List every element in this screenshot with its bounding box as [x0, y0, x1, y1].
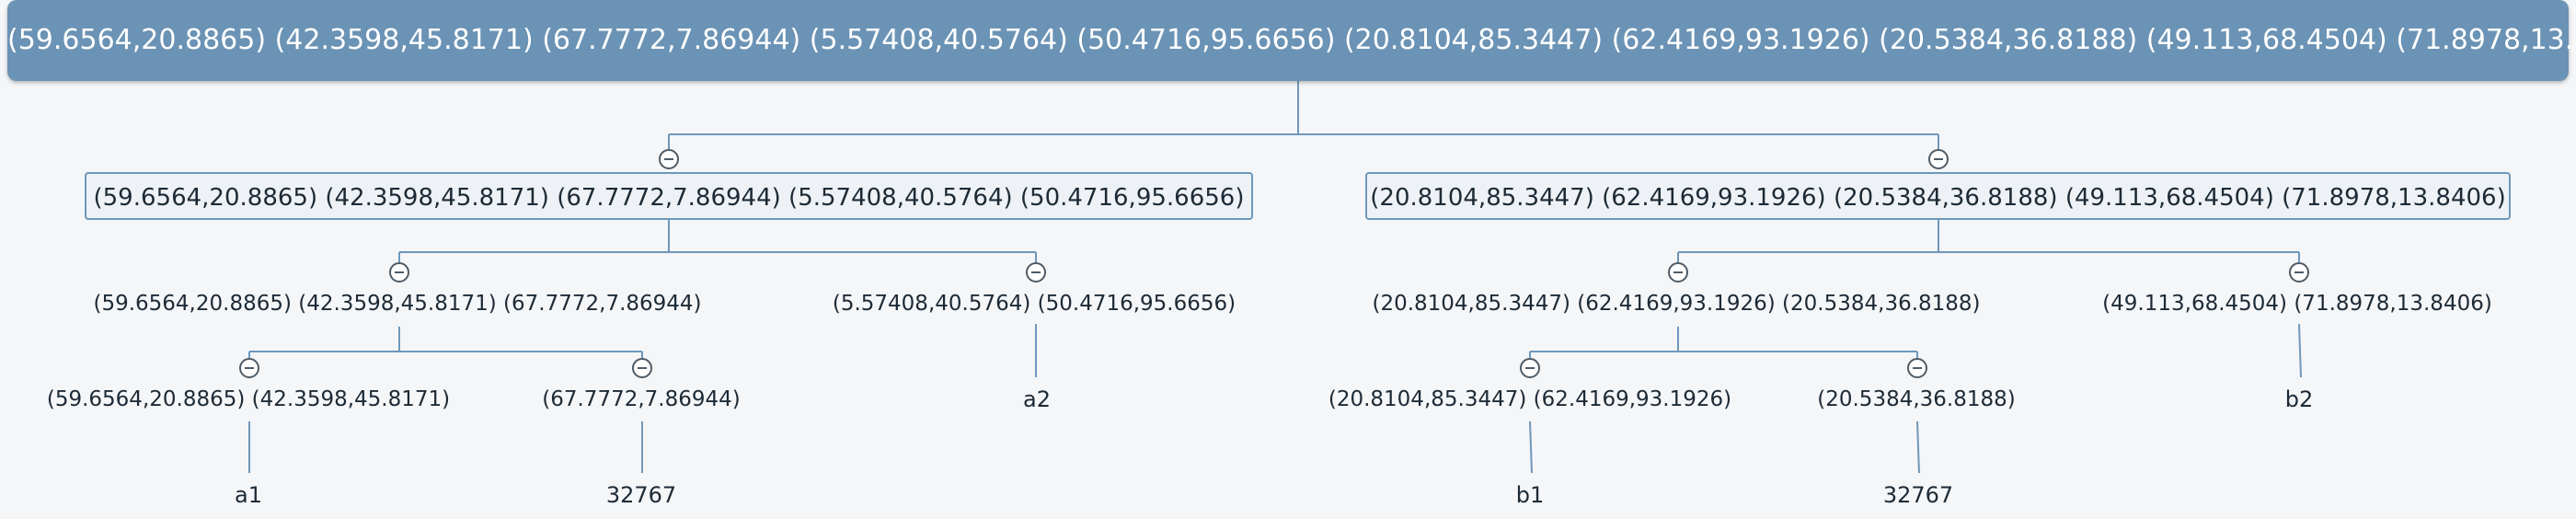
node-a-left-left[interactable]: (59.6564,20.8865) (42.3598,45.8171)	[47, 386, 450, 412]
tree-connector	[2298, 323, 2302, 378]
collapse-minus-icon[interactable]	[2289, 262, 2309, 283]
leaf-a2[interactable]: a2	[1023, 386, 1051, 412]
leaf-b2[interactable]: b2	[2285, 386, 2314, 412]
collapse-minus-icon[interactable]	[659, 149, 679, 169]
collapse-minus-icon[interactable]	[632, 358, 652, 378]
root-node[interactable]: (59.6564,20.8865) (42.3598,45.8171) (67.…	[7, 0, 2576, 81]
leaf-b1[interactable]: b1	[1516, 482, 1545, 508]
collapse-minus-icon[interactable]	[1928, 149, 1949, 169]
tree-connector	[1529, 421, 1533, 474]
node-b-right[interactable]: (49.113,68.4504) (71.8978,13.8406)	[2102, 291, 2492, 317]
node-b-left[interactable]: (20.8104,85.3447) (62.4169,93.1926) (20.…	[1372, 291, 1980, 317]
node-a-left[interactable]: (59.6564,20.8865) (42.3598,45.8171) (67.…	[93, 291, 701, 317]
leaf-32767-b[interactable]: 32767	[1883, 482, 1953, 508]
node-b-left-left[interactable]: (20.8104,85.3447) (62.4169,93.1926)	[1328, 386, 1731, 412]
node-b-left-right[interactable]: (20.5384,36.8188)	[1817, 386, 2015, 412]
node-a[interactable]: (59.6564,20.8865) (42.3598,45.8171) (67.…	[85, 172, 1253, 220]
node-a-left-right[interactable]: (67.7772,7.86944)	[542, 386, 740, 412]
collapse-minus-icon[interactable]	[1668, 262, 1688, 283]
tree-canvas: (59.6564,20.8865) (42.3598,45.8171) (67.…	[0, 0, 2576, 519]
collapse-minus-icon[interactable]	[239, 358, 259, 378]
collapse-minus-icon[interactable]	[1026, 262, 1046, 283]
tree-connector	[1916, 421, 1920, 474]
collapse-minus-icon[interactable]	[1907, 358, 1927, 378]
collapse-minus-icon[interactable]	[1520, 358, 1540, 378]
node-b[interactable]: (20.8104,85.3447) (62.4169,93.1926) (20.…	[1365, 172, 2511, 220]
leaf-a1[interactable]: a1	[235, 482, 262, 508]
node-a-right[interactable]: (5.57408,40.5764) (50.4716,95.6656)	[833, 291, 1236, 317]
leaf-32767-a[interactable]: 32767	[606, 482, 676, 508]
collapse-minus-icon[interactable]	[389, 262, 409, 283]
